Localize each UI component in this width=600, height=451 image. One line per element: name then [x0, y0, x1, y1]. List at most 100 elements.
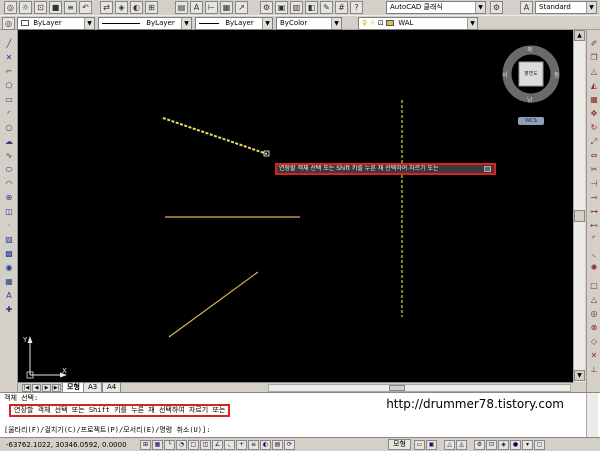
layer-manager-icon[interactable]: ≡: [64, 1, 77, 14]
mleader-style-icon[interactable]: ↗: [235, 1, 248, 14]
clean-screen-icon[interactable]: ▢: [534, 440, 545, 450]
mtext-icon[interactable]: A: [3, 290, 15, 301]
rotate-icon[interactable]: ↻: [588, 122, 600, 133]
vertical-scrollbar[interactable]: ▲ ▼: [573, 30, 585, 382]
break-icon[interactable]: ⊶: [588, 206, 600, 217]
sheet-set-icon[interactable]: ◧: [305, 1, 318, 14]
extend-icon[interactable]: ⊣: [588, 178, 600, 189]
quick-view-drawings-icon[interactable]: ▣: [426, 440, 437, 450]
point-icon[interactable]: ·: [3, 220, 15, 231]
coordinate-readout[interactable]: -63762.1022, 30346.0592, 0.0000: [6, 440, 127, 450]
plotstyle-select[interactable]: ByColor ▼: [276, 17, 342, 30]
gradient-icon[interactable]: ▩: [3, 248, 15, 259]
break-point-icon[interactable]: ⊸: [588, 192, 600, 203]
markup-icon[interactable]: ✎: [320, 1, 333, 14]
fillet-icon[interactable]: ◟: [588, 248, 600, 259]
scroll-thumb[interactable]: [574, 210, 585, 222]
layer-iso-icon[interactable]: ◈: [115, 1, 128, 14]
explode-icon[interactable]: ✺: [588, 262, 600, 273]
color-icon[interactable]: ■: [49, 1, 62, 14]
chamfer-icon[interactable]: ⌜: [588, 234, 600, 245]
region-icon[interactable]: ◉: [3, 262, 15, 273]
help-icon[interactable]: ?: [350, 1, 363, 14]
options-arrow-icon[interactable]: [484, 166, 491, 172]
quick-properties-icon[interactable]: ▤: [272, 440, 283, 450]
construction-line-icon[interactable]: ✕: [3, 52, 15, 63]
freeze-icon[interactable]: ☼: [19, 1, 32, 14]
next-tab-icon[interactable]: ▶: [42, 384, 51, 392]
viewcube-north[interactable]: 북: [527, 45, 533, 54]
object-snap-icon[interactable]: □: [188, 440, 199, 450]
viewcube-east[interactable]: 동: [554, 70, 560, 79]
workspace-switching-icon[interactable]: ⚙: [474, 440, 485, 450]
last-tab-icon[interactable]: ▶|: [52, 384, 61, 392]
calc-icon[interactable]: #: [335, 1, 348, 14]
match-layer-icon[interactable]: ⇄: [100, 1, 113, 14]
revision-cloud-icon[interactable]: ☁: [3, 136, 15, 147]
polar-tracking-icon[interactable]: ◔: [176, 440, 187, 450]
osnap-perpendicular-icon[interactable]: ⊥: [588, 364, 600, 375]
dynamic-input-icon[interactable]: +: [236, 440, 247, 450]
ortho-mode-icon[interactable]: └: [164, 440, 175, 450]
workspace-select[interactable]: AutoCAD 클래식 ▼: [386, 1, 486, 14]
line-icon[interactable]: ╱: [3, 38, 15, 49]
scale-icon[interactable]: ⤢: [588, 136, 600, 147]
viewcube-west[interactable]: 서: [502, 70, 508, 79]
3d-object-snap-icon[interactable]: ◫: [200, 440, 211, 450]
stretch-icon[interactable]: ⇔: [588, 150, 600, 161]
drawing-area[interactable]: Y X 북 남 동 서 평면도 WCS 연장할 객체 선택 또는 Shift 키…: [18, 30, 573, 382]
draw-order-icon[interactable]: ▤: [175, 1, 188, 14]
text-style-icon[interactable]: A: [190, 1, 203, 14]
layer-select[interactable]: ♀ ☼ ⊡ WAL ▼: [358, 17, 478, 30]
move-icon[interactable]: ✥: [588, 108, 600, 119]
snap-mode-icon[interactable]: ⊞: [140, 440, 151, 450]
insert-block-icon[interactable]: ⊕: [3, 192, 15, 203]
osnap-quadrant-icon[interactable]: ◇: [588, 336, 600, 347]
transparency-icon[interactable]: ◐: [260, 440, 271, 450]
array-icon[interactable]: ▦: [588, 94, 600, 105]
osnap-node-icon[interactable]: ⊗: [588, 322, 600, 333]
command-options[interactable]: [울타리(F)/걸치기(C)/프로젝트(P)/모서리(E)/명령 취소(U)]:: [4, 426, 210, 435]
selection-cycling-icon[interactable]: ⟳: [284, 440, 295, 450]
dynamic-ucs-icon[interactable]: ⌞: [224, 440, 235, 450]
command-scrollbar[interactable]: [586, 393, 598, 437]
copy-icon[interactable]: ❐: [588, 52, 600, 63]
lineweight-icon[interactable]: ≡: [248, 440, 259, 450]
make-block-icon[interactable]: ◫: [3, 206, 15, 217]
diagonal-line[interactable]: [168, 271, 259, 338]
properties-icon[interactable]: ⚙: [260, 1, 273, 14]
grid-display-icon[interactable]: ▦: [152, 440, 163, 450]
viewcube-face[interactable]: 평면도: [520, 70, 542, 77]
linetype-select[interactable]: ByLayer ▼: [98, 17, 192, 30]
osnap-endpoint-icon[interactable]: □: [588, 280, 600, 291]
layer-state-icon[interactable]: ◎: [4, 1, 17, 14]
arc-icon[interactable]: ◜: [3, 108, 15, 119]
dim-style-icon[interactable]: ⊢: [205, 1, 218, 14]
table-icon[interactable]: ▦: [3, 276, 15, 287]
lineweight-select[interactable]: ByLayer ▼: [195, 17, 273, 30]
lock-icon[interactable]: ⊡: [34, 1, 47, 14]
status-menu-icon[interactable]: ▾: [522, 440, 533, 450]
viewcube-south[interactable]: 남: [527, 95, 533, 104]
hardware-acceleration-icon[interactable]: ◈: [498, 440, 509, 450]
layer-state-icon-2[interactable]: ◎: [2, 17, 15, 30]
spline-icon[interactable]: ∿: [3, 150, 15, 161]
osnap-midpoint-icon[interactable]: △: [588, 294, 600, 305]
quick-view-layouts-icon[interactable]: ▭: [414, 440, 425, 450]
osnap-center-icon[interactable]: ◎: [588, 308, 600, 319]
layer-off-icon[interactable]: ◐: [130, 1, 143, 14]
mirror-icon[interactable]: △: [588, 66, 600, 77]
polygon-icon[interactable]: ⬠: [3, 80, 15, 91]
design-center-icon[interactable]: ▣: [275, 1, 288, 14]
isolate-objects-icon[interactable]: ●: [510, 440, 521, 450]
table-style-icon[interactable]: ▦: [220, 1, 233, 14]
offset-icon[interactable]: ◭: [588, 80, 600, 91]
workspace-settings-icon[interactable]: ⚙: [490, 1, 503, 14]
prev-tab-icon[interactable]: ◀: [32, 384, 41, 392]
trim-icon[interactable]: ✂: [588, 164, 600, 175]
join-icon[interactable]: ⊷: [588, 220, 600, 231]
erase-icon[interactable]: ✐: [588, 38, 600, 49]
horizontal-scrollbar[interactable]: [268, 384, 571, 392]
circle-icon[interactable]: ○: [3, 122, 15, 133]
toolbar-lock-icon[interactable]: ⊡: [486, 440, 497, 450]
